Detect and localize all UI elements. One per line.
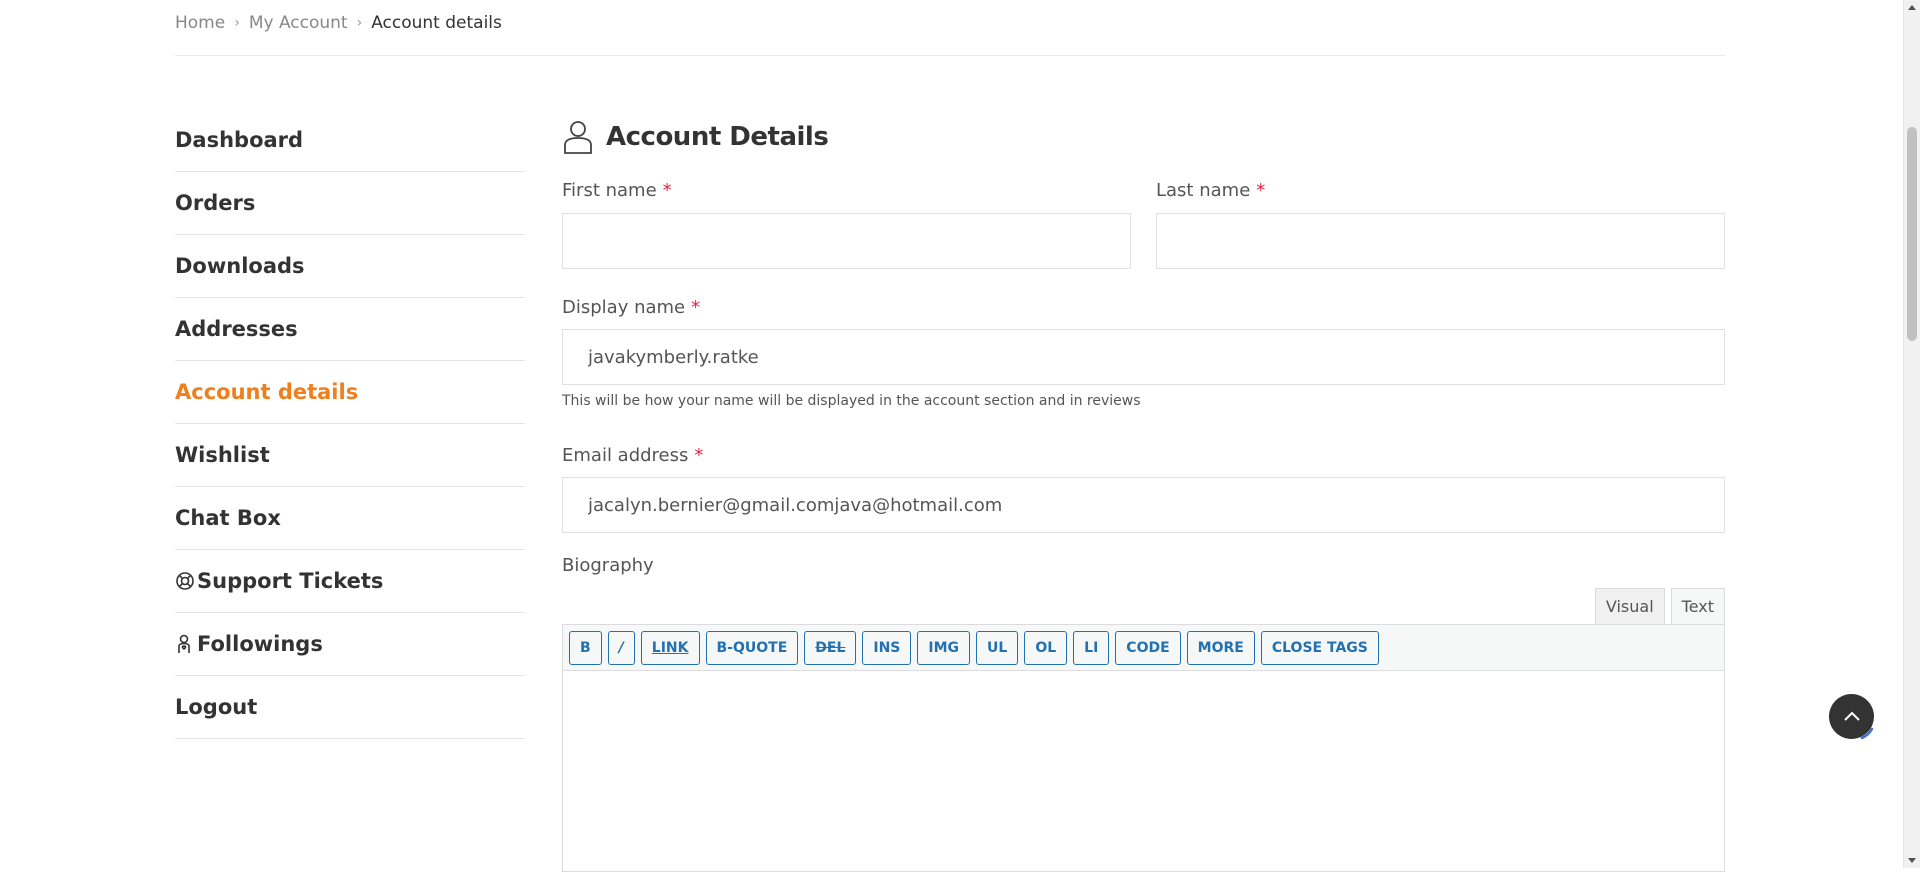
sidebar-item-label: Orders xyxy=(175,191,256,215)
ol-button[interactable]: OL xyxy=(1024,630,1068,665)
sidebar-item-label: Chat Box xyxy=(175,506,281,530)
sidebar-item-logout[interactable]: Logout xyxy=(175,676,525,739)
chevron-up-icon xyxy=(1843,707,1861,726)
biography-label: Biography xyxy=(562,555,654,576)
last-name-field[interactable] xyxy=(1156,213,1725,269)
required-marker: * xyxy=(662,180,672,201)
sidebar-item-label: Support Tickets xyxy=(197,569,384,593)
breadcrumb-home[interactable]: Home xyxy=(175,13,225,33)
link-button[interactable]: LINK xyxy=(640,630,700,665)
sidebar-item-orders[interactable]: Orders xyxy=(175,172,525,235)
required-marker: * xyxy=(691,297,701,318)
bold-button[interactable]: B xyxy=(569,630,602,665)
account-sidebar: Dashboard Orders Downloads Addresses Acc… xyxy=(175,109,525,739)
chevron-right-icon: › xyxy=(234,15,240,31)
editor-tabs: Visual Text xyxy=(562,588,1725,624)
user-heart-icon xyxy=(175,634,195,654)
sidebar-item-downloads[interactable]: Downloads xyxy=(175,235,525,298)
account-details-form: Account Details First name * Last name * D… xyxy=(562,112,1725,872)
section-header: Account Details xyxy=(562,112,1725,162)
page-title: Account Details xyxy=(606,122,829,152)
user-icon xyxy=(562,119,594,155)
sidebar-item-chat-box[interactable]: Chat Box xyxy=(175,487,525,550)
email-field[interactable] xyxy=(562,477,1725,533)
sidebar-item-label: Followings xyxy=(197,632,323,656)
more-button[interactable]: MORE xyxy=(1186,630,1255,665)
sidebar-item-label: Wishlist xyxy=(175,443,270,467)
tab-text[interactable]: Text xyxy=(1670,588,1725,624)
first-name-label: First name * xyxy=(562,180,672,201)
sidebar-item-label: Addresses xyxy=(175,317,298,341)
email-label: Email address * xyxy=(562,445,704,466)
required-marker: * xyxy=(1256,180,1266,201)
scroll-down-icon[interactable] xyxy=(1908,858,1916,863)
close-tags-button[interactable]: CLOSE TAGS xyxy=(1260,630,1379,665)
tab-visual[interactable]: Visual xyxy=(1594,588,1665,624)
blockquote-button[interactable]: B-QUOTE xyxy=(705,630,799,665)
required-marker: * xyxy=(694,445,704,466)
img-button[interactable]: IMG xyxy=(917,630,971,665)
sidebar-item-wishlist[interactable]: Wishlist xyxy=(175,424,525,487)
sidebar-item-followings[interactable]: Followings xyxy=(175,613,525,676)
display-name-hint: This will be how your name will be displ… xyxy=(562,393,1141,409)
sidebar-item-dashboard[interactable]: Dashboard xyxy=(175,109,525,172)
italic-button[interactable]: / xyxy=(607,630,635,665)
sidebar-item-label: Account details xyxy=(175,380,359,404)
breadcrumb-my-account[interactable]: My Account xyxy=(249,13,348,33)
editor-toolbar: B / LINK B-QUOTE DEL INS IMG UL OL LI CO… xyxy=(563,625,1724,671)
biography-textarea[interactable] xyxy=(563,671,1724,871)
sidebar-item-label: Downloads xyxy=(175,254,305,278)
sidebar-item-label: Logout xyxy=(175,695,258,719)
del-button[interactable]: DEL xyxy=(804,630,857,665)
last-name-label: Last name * xyxy=(1156,180,1266,201)
code-button[interactable]: CODE xyxy=(1115,630,1181,665)
page-scrollbar[interactable] xyxy=(1903,0,1920,868)
divider xyxy=(175,55,1725,56)
lifebuoy-icon xyxy=(175,571,195,591)
display-name-field[interactable] xyxy=(562,329,1725,385)
ul-button[interactable]: UL xyxy=(976,630,1019,665)
sidebar-item-addresses[interactable]: Addresses xyxy=(175,298,525,361)
li-button[interactable]: LI xyxy=(1073,630,1110,665)
scroll-up-icon[interactable] xyxy=(1908,5,1916,10)
sidebar-item-label: Dashboard xyxy=(175,128,304,152)
scrollbar-thumb[interactable] xyxy=(1907,127,1917,341)
sidebar-item-account-details[interactable]: Account details xyxy=(175,361,525,424)
back-to-top-button[interactable] xyxy=(1829,694,1874,739)
first-name-field[interactable] xyxy=(562,213,1131,269)
sidebar-item-support-tickets[interactable]: Support Tickets xyxy=(175,550,525,613)
chevron-right-icon: › xyxy=(356,15,363,31)
breadcrumb: Home › My Account › Account details xyxy=(175,12,502,34)
display-name-label: Display name * xyxy=(562,297,701,318)
ins-button[interactable]: INS xyxy=(862,630,912,665)
biography-editor: B / LINK B-QUOTE DEL INS IMG UL OL LI CO… xyxy=(562,624,1725,872)
breadcrumb-current: Account details xyxy=(371,13,502,33)
